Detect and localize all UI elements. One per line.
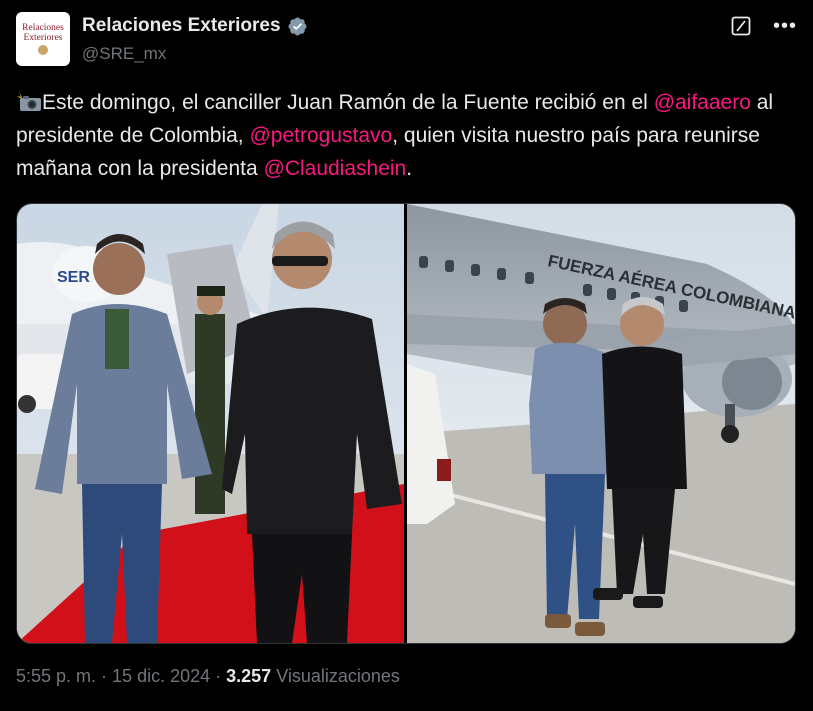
text-segment: Este domingo, el canciller Juan Ramón de… [42, 91, 654, 114]
verified-badge-icon[interactable] [287, 16, 308, 37]
tweet-body: Este domingo, el canciller Juan Ramón de… [16, 91, 773, 180]
photo-red-carpet[interactable]: SER [17, 204, 404, 643]
camera-flash-icon [17, 92, 41, 111]
text-segment: . [406, 157, 413, 180]
plane-text-left: SER [57, 269, 90, 286]
grok-icon[interactable] [731, 16, 751, 36]
handle[interactable]: @SRE_mx [82, 44, 166, 64]
views-count: 3.257 [226, 666, 272, 686]
mention-claudiashein[interactable]: @Claudiashein [264, 157, 407, 180]
display-name[interactable]: Relaciones Exteriores [82, 15, 281, 37]
avatar-logo-line1: Relaciones [22, 23, 64, 33]
tweet-date[interactable]: 15 dic. 2024 [112, 666, 210, 686]
tweet-header: Relaciones Exteriores Relaciones Exterio… [16, 12, 797, 68]
meta-separator: · [210, 666, 227, 686]
top-actions: ••• [731, 16, 797, 36]
tweet-time[interactable]: 5:55 p. m. [16, 666, 96, 686]
seal-icon [38, 45, 48, 55]
views-label: Visualizaciones [276, 666, 400, 686]
more-options-icon[interactable]: ••• [773, 16, 797, 36]
media-grid: SER FUERZA AÉREA COLOMBIANA [16, 203, 796, 644]
mention-petrogustavo[interactable]: @petrogustavo [249, 124, 392, 147]
tweet-text: Este domingo, el canciller Juan Ramón de… [16, 86, 796, 185]
tweet-meta: 5:55 p. m. · 15 dic. 2024 · 3.257 Visual… [16, 666, 400, 687]
meta-separator: · [96, 666, 113, 686]
avatar[interactable]: Relaciones Exteriores [16, 12, 70, 66]
photo-airplane-embrace[interactable]: FUERZA AÉREA COLOMBIANA [407, 204, 795, 643]
avatar-logo-line2: Exteriores [23, 33, 63, 43]
name-row: Relaciones Exteriores [82, 15, 308, 37]
mention-aifaaero[interactable]: @aifaaero [654, 91, 751, 114]
